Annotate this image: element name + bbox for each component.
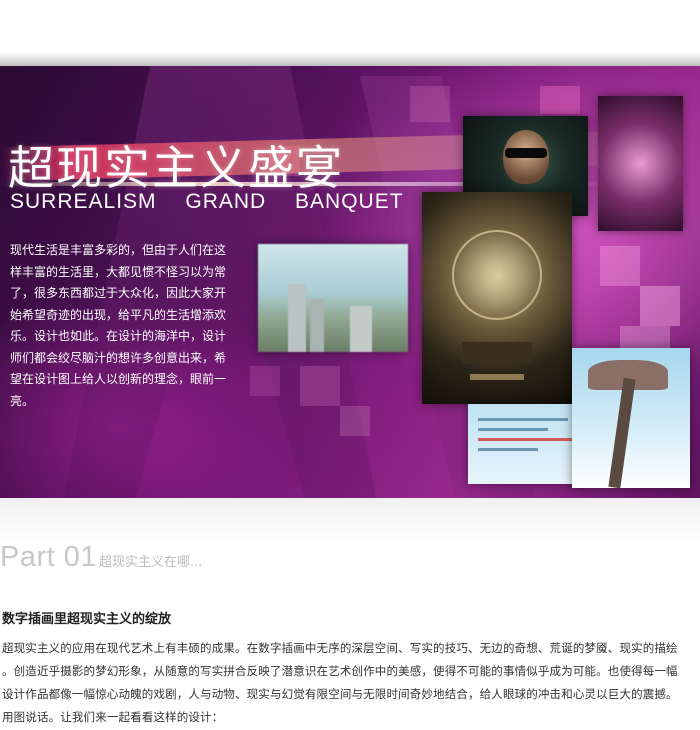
hero-intro-line: 了，很多东西都过于大众化，因此大家开	[10, 286, 227, 300]
hero-intro-line: 现代生活是丰富多彩的，但由于人们在这	[10, 243, 227, 257]
hero-intro-line: 师们都会绞尽脑汁的想许多创意出来，希	[10, 350, 227, 365]
building-shape	[288, 284, 306, 352]
decor-square	[600, 246, 640, 286]
decor-square	[300, 366, 340, 406]
tree-trunk-shape	[608, 377, 636, 488]
title-plate-shape	[470, 374, 524, 380]
hero-title: 超现实主义盛宴	[8, 141, 344, 195]
section-body-text: 超现实主义的应用在现代艺术上有丰硕的成果。在数字插画中无序的深层空间、写实的技巧…	[2, 637, 700, 729]
website-screenshot-image	[468, 404, 586, 484]
section-divider-band	[0, 498, 700, 544]
part-subtitle: 超现实主义在哪...	[99, 555, 203, 570]
building-shape	[310, 299, 324, 352]
section-title: 数字插画里超现实主义的绽放	[2, 612, 172, 627]
text-line	[478, 448, 538, 451]
hero-intro-line: 望在设计图上给人以创新的理念，眼前一	[10, 372, 227, 386]
hero-intro-line: 样丰富的生活里，大都见惯不怪习以为常	[10, 264, 227, 279]
text-line	[478, 428, 548, 431]
decor-square	[410, 86, 450, 122]
part-label: Part 01	[0, 541, 97, 573]
hero-subtitle: SURREALISM GRAND BANQUET	[10, 190, 404, 213]
hero-intro-text: 现代生活是丰富多彩的，但由于人们在这 样丰富的生活里，大都见惯不怪习以为常 了，…	[10, 240, 240, 412]
globe-shape	[452, 230, 542, 320]
city-photo-image	[258, 244, 408, 352]
hero-intro-line: 乐。设计也如此。在设计的海洋中，设计	[10, 329, 227, 343]
hero-intro-line: 始希望奇迹的出现，给平凡的生活增添欢	[10, 307, 227, 322]
decor-square	[250, 366, 280, 396]
floral-illustration-image	[598, 96, 683, 231]
decor-square	[340, 406, 370, 436]
decor-square	[640, 286, 680, 326]
top-header-band	[0, 0, 700, 66]
part-heading: Part 01 超现实主义在哪...	[0, 541, 202, 574]
building-shape	[350, 306, 372, 352]
steampunk-illustration-image	[422, 192, 572, 404]
body-line: 用图说话。让我们来一起看看这样的设计：	[2, 710, 224, 724]
machine-base-shape	[462, 342, 532, 364]
body-line: 。创造近乎摄影的梦幻形象，从随意的写实拼合反映了潜意识在艺术创作中的美感，使得不…	[2, 664, 678, 678]
decor-square	[540, 86, 580, 114]
hero-intro-line: 亮。	[10, 393, 35, 408]
hero-banner: 超现实主义盛宴 SURREALISM GRAND BANQUET 现代生活是丰富…	[0, 66, 700, 498]
text-line	[478, 438, 574, 441]
tree-illustration-image	[572, 348, 690, 488]
text-line	[478, 418, 568, 421]
sunglasses-shape	[505, 148, 547, 158]
body-line: 超现实主义的应用在现代艺术上有丰硕的成果。在数字插画中无序的深层空间、写实的技巧…	[2, 641, 678, 655]
body-line: 设计作品都像一幅惊心动魄的戏剧，人与动物、现实与幻觉有限空间与无限时间奇妙地结合…	[2, 687, 678, 701]
